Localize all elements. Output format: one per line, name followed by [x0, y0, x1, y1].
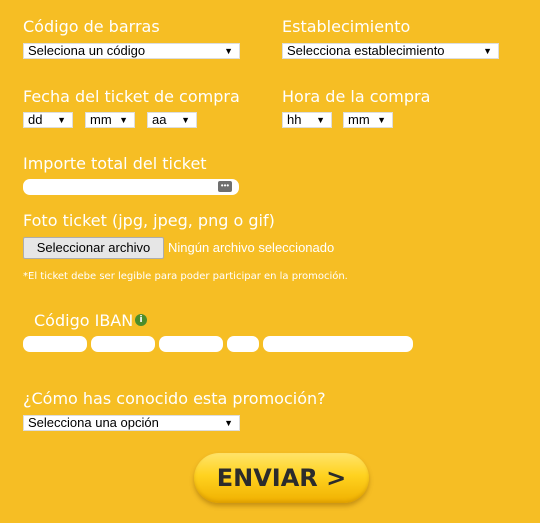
chevron-down-icon: ▼: [181, 115, 190, 125]
barcode-select[interactable]: Seleciona un código ▼: [23, 43, 240, 59]
file-status: Ningún archivo seleccionado: [168, 240, 335, 255]
minute-select-value: mm: [348, 112, 370, 127]
total-amount-input[interactable]: [23, 179, 239, 195]
year-select[interactable]: aa ▼: [147, 112, 197, 128]
chevron-down-icon: ▼: [224, 46, 233, 56]
hour-select[interactable]: hh ▼: [282, 112, 332, 128]
total-amount-label: Importe total del ticket: [23, 154, 207, 173]
store-select-value: Selecciona establecimiento: [287, 43, 445, 58]
ticket-date-label: Fecha del ticket de compra: [23, 87, 240, 106]
iban-field-2[interactable]: [91, 336, 155, 352]
month-select[interactable]: mm ▼: [85, 112, 135, 128]
choose-file-button[interactable]: Seleccionar archivo: [23, 237, 164, 259]
referral-select-value: Selecciona una opción: [28, 415, 159, 430]
store-label: Establecimiento: [282, 17, 411, 36]
day-select[interactable]: dd ▼: [23, 112, 73, 128]
iban-field-3[interactable]: [159, 336, 223, 352]
chevron-down-icon: ▼: [316, 115, 325, 125]
chevron-down-icon: ▼: [119, 115, 128, 125]
year-select-value: aa: [152, 112, 167, 127]
barcode-label: Código de barras: [23, 17, 160, 36]
month-select-value: mm: [90, 112, 112, 127]
iban-field-1[interactable]: [23, 336, 87, 352]
iban-label: Código IBAN: [34, 311, 134, 330]
referral-select[interactable]: Selecciona una opción ▼: [23, 415, 240, 431]
photo-label: Foto ticket (jpg, jpeg, png o gif): [23, 211, 275, 230]
chevron-down-icon: ▼: [57, 115, 66, 125]
referral-label: ¿Cómo has conocido esta promoción?: [23, 389, 326, 408]
iban-field-5[interactable]: [263, 336, 413, 352]
submit-button[interactable]: ENVIAR >: [194, 453, 369, 503]
day-select-value: dd: [28, 112, 43, 127]
minute-select[interactable]: mm ▼: [343, 112, 393, 128]
chevron-down-icon: ▼: [224, 418, 233, 428]
ticket-note: *El ticket debe ser legible para poder p…: [23, 271, 348, 282]
more-icon[interactable]: •••: [218, 181, 232, 192]
barcode-select-value: Seleciona un código: [28, 43, 146, 58]
purchase-time-label: Hora de la compra: [282, 87, 431, 106]
chevron-down-icon: ▼: [377, 115, 386, 125]
store-select[interactable]: Selecciona establecimiento ▼: [282, 43, 499, 59]
chevron-down-icon: ▼: [483, 46, 492, 56]
hour-select-value: hh: [287, 112, 302, 127]
info-icon[interactable]: i: [135, 314, 147, 326]
iban-field-4[interactable]: [227, 336, 259, 352]
